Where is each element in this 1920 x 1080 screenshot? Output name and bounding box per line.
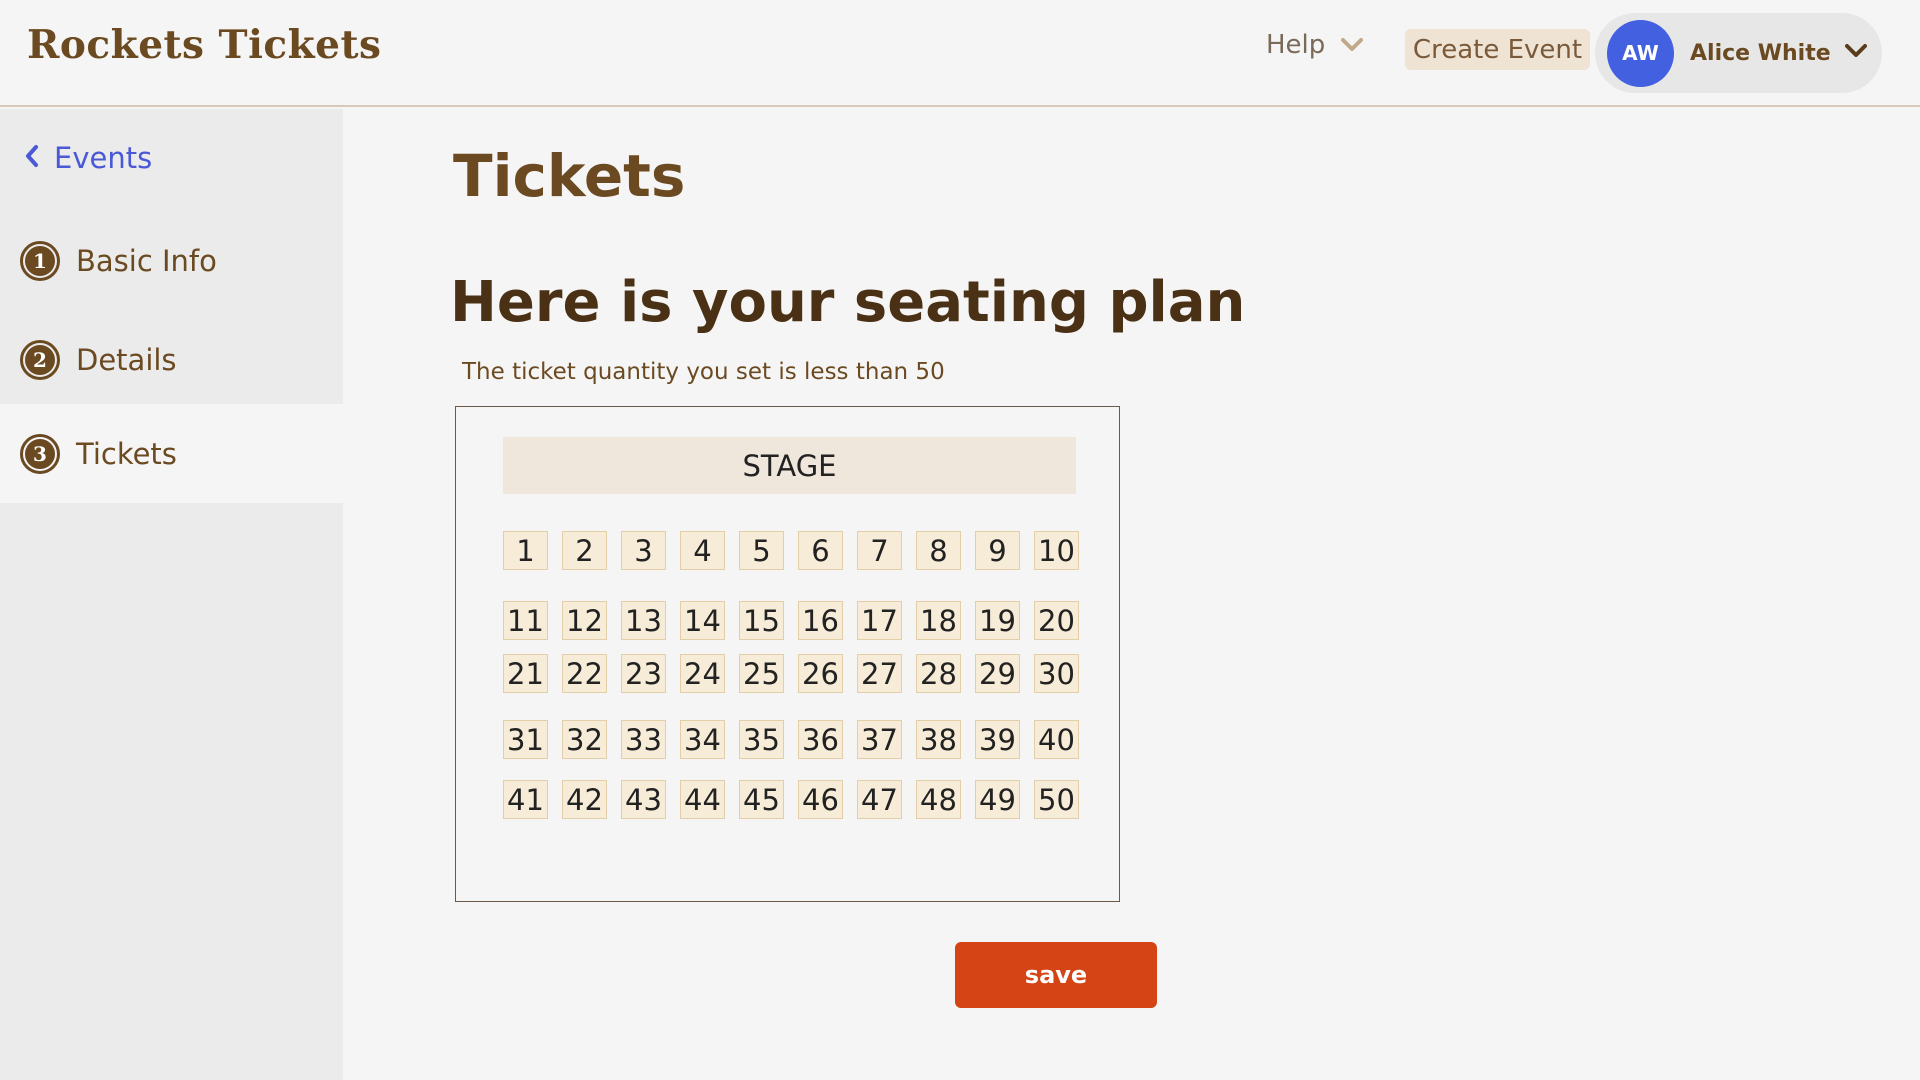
seat-row: 41 42 43 44 45 46 47 48 49 50: [503, 780, 1079, 819]
seat[interactable]: 27: [857, 654, 902, 693]
user-name: Alice White: [1690, 40, 1831, 66]
seat[interactable]: 2: [562, 531, 607, 570]
page-title: Tickets: [453, 142, 686, 210]
seat[interactable]: 41: [503, 780, 548, 819]
seat[interactable]: 4: [680, 531, 725, 570]
seat[interactable]: 34: [680, 720, 725, 759]
seat[interactable]: 3: [621, 531, 666, 570]
seat[interactable]: 39: [975, 720, 1020, 759]
step-label: Details: [76, 342, 177, 377]
seat[interactable]: 12: [562, 601, 607, 640]
sidebar-step-tickets[interactable]: 3 Tickets: [0, 404, 343, 503]
seat[interactable]: 48: [916, 780, 961, 819]
seat[interactable]: 15: [739, 601, 784, 640]
seat[interactable]: 45: [739, 780, 784, 819]
seat[interactable]: 11: [503, 601, 548, 640]
seat[interactable]: 44: [680, 780, 725, 819]
seat[interactable]: 30: [1034, 654, 1079, 693]
back-to-events-link[interactable]: Events: [24, 141, 152, 175]
seat[interactable]: 36: [798, 720, 843, 759]
seat-row: 31 32 33 34 35 36 37 38 39 40: [503, 720, 1079, 759]
step-number-icon: 2: [20, 339, 60, 380]
seat[interactable]: 23: [621, 654, 666, 693]
seat[interactable]: 6: [798, 531, 843, 570]
seat[interactable]: 29: [975, 654, 1020, 693]
seat[interactable]: 40: [1034, 720, 1079, 759]
seat[interactable]: 14: [680, 601, 725, 640]
back-label: Events: [54, 141, 153, 175]
seat[interactable]: 1: [503, 531, 548, 570]
stage-label: STAGE: [503, 437, 1076, 494]
create-event-button[interactable]: Create Event: [1405, 29, 1590, 70]
sidebar-step-basic-info[interactable]: 1 Basic Info: [0, 211, 343, 310]
seat[interactable]: 31: [503, 720, 548, 759]
seating-plan: STAGE 1 2 3 4 5 6 7 8 9 10 11 12 13 14 15 16 17 18 19 20 21 2…: [455, 406, 1120, 902]
step-number-icon: 3: [20, 433, 60, 474]
seat[interactable]: 18: [916, 601, 961, 640]
seat[interactable]: 10: [1034, 531, 1079, 570]
section-title: Here is your seating plan: [450, 270, 1246, 335]
seat[interactable]: 33: [621, 720, 666, 759]
help-label: Help: [1266, 30, 1326, 60]
seat[interactable]: 49: [975, 780, 1020, 819]
brand-logo[interactable]: Rockets Tickets: [27, 22, 381, 68]
seat-row: 21 22 23 24 25 26 27 28 29 30: [503, 654, 1079, 693]
seat[interactable]: 28: [916, 654, 961, 693]
step-label: Tickets: [76, 436, 177, 471]
seat[interactable]: 20: [1034, 601, 1079, 640]
help-menu[interactable]: Help: [1266, 30, 1364, 60]
chevron-left-icon: [24, 141, 40, 175]
seat[interactable]: 17: [857, 601, 902, 640]
sidebar: Events 1 Basic Info 2 Details 3 Tickets: [0, 109, 343, 1080]
seat[interactable]: 24: [680, 654, 725, 693]
chevron-down-icon: [1844, 43, 1867, 63]
quantity-note: The ticket quantity you set is less than…: [462, 359, 945, 385]
sidebar-step-details[interactable]: 2 Details: [0, 310, 343, 409]
seat[interactable]: 42: [562, 780, 607, 819]
seat[interactable]: 32: [562, 720, 607, 759]
seat[interactable]: 43: [621, 780, 666, 819]
seat-grid: 1 2 3 4 5 6 7 8 9 10 11 12 13 14 15 16 17 18 19 20 21 22 23 24 2…: [503, 531, 1079, 819]
seat[interactable]: 16: [798, 601, 843, 640]
seat[interactable]: 26: [798, 654, 843, 693]
seat-row: 11 12 13 14 15 16 17 18 19 20: [503, 601, 1079, 640]
seat[interactable]: 7: [857, 531, 902, 570]
seat[interactable]: 25: [739, 654, 784, 693]
seat[interactable]: 5: [739, 531, 784, 570]
seat[interactable]: 46: [798, 780, 843, 819]
user-menu[interactable]: AW Alice White: [1595, 13, 1882, 93]
seat[interactable]: 21: [503, 654, 548, 693]
chevron-down-icon: [1341, 30, 1364, 60]
top-header: Rockets Tickets Help Create Event AW Ali…: [0, 0, 1920, 107]
seat[interactable]: 8: [916, 531, 961, 570]
seat[interactable]: 38: [916, 720, 961, 759]
seat[interactable]: 47: [857, 780, 902, 819]
avatar: AW: [1607, 19, 1674, 87]
seat[interactable]: 13: [621, 601, 666, 640]
seat[interactable]: 50: [1034, 780, 1079, 819]
seat[interactable]: 19: [975, 601, 1020, 640]
seat[interactable]: 22: [562, 654, 607, 693]
seat-row: 1 2 3 4 5 6 7 8 9 10: [503, 531, 1079, 570]
save-button[interactable]: save: [955, 942, 1157, 1008]
seat[interactable]: 35: [739, 720, 784, 759]
step-number-icon: 1: [20, 240, 60, 281]
step-label: Basic Info: [76, 243, 217, 278]
seat[interactable]: 37: [857, 720, 902, 759]
seat[interactable]: 9: [975, 531, 1020, 570]
